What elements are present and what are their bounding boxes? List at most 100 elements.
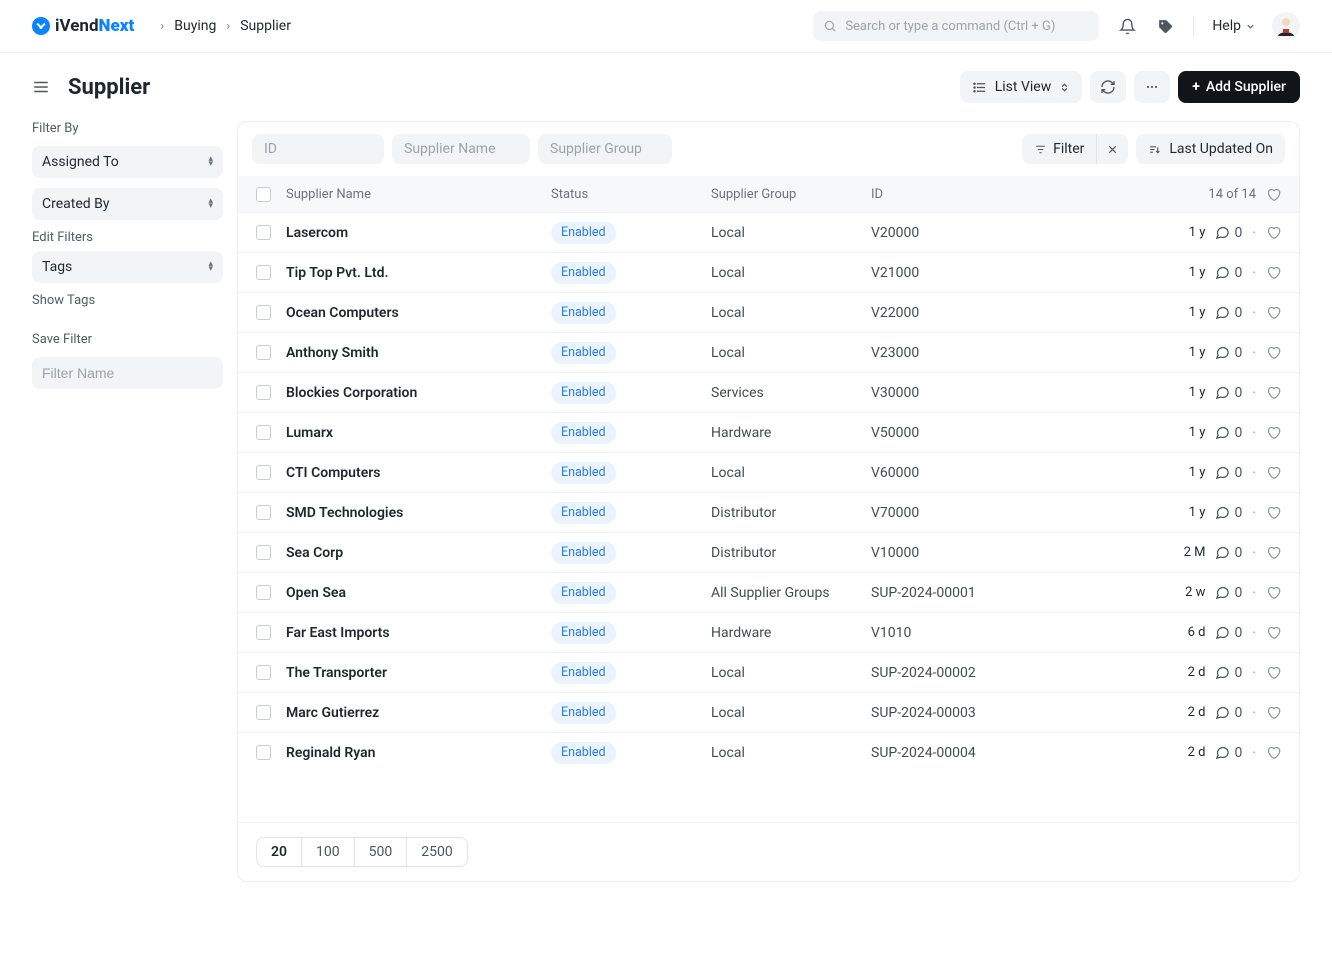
col-status[interactable]: Status — [551, 187, 711, 202]
page-size-option[interactable]: 100 — [302, 838, 355, 866]
row-comments[interactable]: 0 — [1215, 385, 1242, 401]
notifications-icon[interactable] — [1117, 16, 1137, 36]
row-checkbox[interactable] — [256, 385, 271, 400]
heart-icon[interactable] — [1266, 745, 1281, 760]
refresh-button[interactable] — [1090, 71, 1126, 103]
row-checkbox[interactable] — [256, 345, 271, 360]
filter-created-by[interactable]: Created By ▴▾ — [32, 188, 223, 220]
view-switcher[interactable]: List View — [960, 71, 1083, 103]
status-badge: Enabled — [551, 542, 616, 564]
heart-icon[interactable] — [1266, 225, 1281, 240]
heart-icon[interactable] — [1266, 305, 1281, 320]
row-age: 6 d — [1169, 625, 1205, 640]
page-size-option[interactable]: 500 — [355, 838, 408, 866]
show-tags-link[interactable]: Show Tags — [32, 293, 223, 308]
heart-icon[interactable] — [1266, 505, 1281, 520]
status-badge: Enabled — [551, 302, 616, 324]
status-badge: Enabled — [551, 262, 616, 284]
row-comments[interactable]: 0 — [1215, 305, 1242, 321]
user-avatar[interactable] — [1272, 12, 1300, 40]
filter-button[interactable]: Filter — [1022, 141, 1096, 157]
table-row[interactable]: Lumarx Enabled Hardware V50000 1 y 0 · — [238, 412, 1299, 452]
filter-clear-button[interactable] — [1096, 134, 1128, 164]
row-comments[interactable]: 0 — [1215, 625, 1242, 641]
row-comments[interactable]: 0 — [1215, 585, 1242, 601]
heart-icon[interactable] — [1266, 585, 1281, 600]
app-logo[interactable]: iVendNext — [32, 16, 134, 36]
table-row[interactable]: The Transporter Enabled Local SUP-2024-0… — [238, 652, 1299, 692]
table-row[interactable]: Blockies Corporation Enabled Services V3… — [238, 372, 1299, 412]
row-comments[interactable]: 0 — [1215, 705, 1242, 721]
row-comments[interactable]: 0 — [1215, 665, 1242, 681]
help-menu[interactable]: Help — [1212, 18, 1256, 34]
more-menu[interactable] — [1134, 71, 1170, 103]
separator-dot: · — [1252, 705, 1256, 721]
col-supplier-name[interactable]: Supplier Name — [286, 187, 551, 202]
row-checkbox[interactable] — [256, 745, 271, 760]
row-checkbox[interactable] — [256, 585, 271, 600]
page-size-option[interactable]: 2500 — [407, 838, 466, 866]
edit-filters-link[interactable]: Edit Filters — [32, 230, 223, 245]
row-checkbox[interactable] — [256, 625, 271, 640]
heart-icon[interactable] — [1266, 705, 1281, 720]
save-filter-name-input[interactable] — [32, 357, 223, 389]
table-row[interactable]: Lasercom Enabled Local V20000 1 y 0 · — [238, 212, 1299, 252]
table-row[interactable]: Anthony Smith Enabled Local V23000 1 y 0… — [238, 332, 1299, 372]
sort-button[interactable]: Last Updated On — [1136, 134, 1285, 164]
heart-icon[interactable] — [1266, 385, 1281, 400]
heart-icon[interactable] — [1266, 465, 1281, 480]
row-comments[interactable]: 0 — [1215, 505, 1242, 521]
row-comment-count: 0 — [1234, 585, 1242, 601]
row-checkbox[interactable] — [256, 545, 271, 560]
table-row[interactable]: CTI Computers Enabled Local V60000 1 y 0… — [238, 452, 1299, 492]
table-row[interactable]: Sea Corp Enabled Distributor V10000 2 M … — [238, 532, 1299, 572]
row-comments[interactable]: 0 — [1215, 265, 1242, 281]
table-row[interactable]: SMD Technologies Enabled Distributor V70… — [238, 492, 1299, 532]
row-comments[interactable]: 0 — [1215, 745, 1242, 761]
heart-icon[interactable] — [1266, 665, 1281, 680]
row-age: 2 w — [1169, 585, 1205, 600]
heart-icon[interactable] — [1266, 265, 1281, 280]
row-checkbox[interactable] — [256, 305, 271, 320]
row-comments[interactable]: 0 — [1215, 545, 1242, 561]
chevron-down-icon — [1245, 21, 1256, 32]
row-checkbox[interactable] — [256, 225, 271, 240]
filter-tags[interactable]: Tags ▴▾ — [32, 251, 223, 283]
row-comments[interactable]: 0 — [1215, 225, 1242, 241]
table-row[interactable]: Marc Gutierrez Enabled Local SUP-2024-00… — [238, 692, 1299, 732]
row-checkbox[interactable] — [256, 425, 271, 440]
row-checkbox[interactable] — [256, 265, 271, 280]
heart-icon[interactable] — [1266, 625, 1281, 640]
row-comments[interactable]: 0 — [1215, 425, 1242, 441]
col-id[interactable]: ID — [871, 187, 1111, 202]
row-checkbox[interactable] — [256, 665, 271, 680]
breadcrumb-supplier[interactable]: Supplier — [240, 18, 291, 34]
heart-icon[interactable] — [1266, 425, 1281, 440]
global-search[interactable]: Search or type a command (Ctrl + G) — [813, 11, 1099, 41]
row-checkbox[interactable] — [256, 705, 271, 720]
row-checkbox[interactable] — [256, 505, 271, 520]
table-row[interactable]: Ocean Computers Enabled Local V22000 1 y… — [238, 292, 1299, 332]
row-group: Local — [711, 265, 745, 281]
breadcrumb-buying[interactable]: Buying — [174, 18, 216, 34]
table-row[interactable]: Far East Imports Enabled Hardware V1010 … — [238, 612, 1299, 652]
row-comments[interactable]: 0 — [1215, 465, 1242, 481]
filter-assigned-to[interactable]: Assigned To ▴▾ — [32, 146, 223, 178]
heart-icon[interactable] — [1266, 545, 1281, 560]
filter-input-group[interactable]: Supplier Group — [538, 134, 672, 164]
table-row[interactable]: Open Sea Enabled All Supplier Groups SUP… — [238, 572, 1299, 612]
tag-icon[interactable] — [1155, 16, 1175, 36]
col-supplier-group[interactable]: Supplier Group — [711, 187, 871, 202]
heart-icon[interactable] — [1266, 187, 1281, 202]
select-all-checkbox[interactable] — [256, 187, 271, 202]
page-size-option[interactable]: 20 — [257, 838, 302, 866]
hamburger-icon[interactable] — [32, 78, 50, 96]
filter-input-name[interactable]: Supplier Name — [392, 134, 530, 164]
table-row[interactable]: Tip Top Pvt. Ltd. Enabled Local V21000 1… — [238, 252, 1299, 292]
filter-input-id[interactable]: ID — [252, 134, 384, 164]
table-row[interactable]: Reginald Ryan Enabled Local SUP-2024-000… — [238, 732, 1299, 772]
heart-icon[interactable] — [1266, 345, 1281, 360]
row-checkbox[interactable] — [256, 465, 271, 480]
row-comments[interactable]: 0 — [1215, 345, 1242, 361]
add-supplier-button[interactable]: + Add Supplier — [1178, 71, 1300, 103]
